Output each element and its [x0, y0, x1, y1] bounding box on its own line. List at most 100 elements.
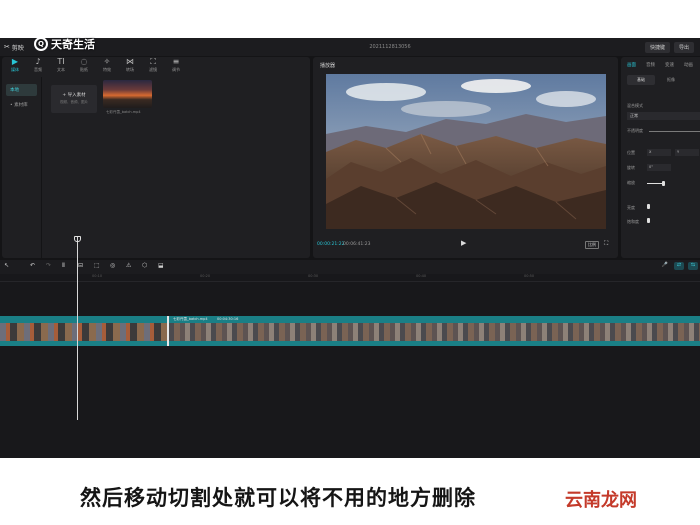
media-panel: ▶ 媒体 ♪ 音频 TI 文本 ◌ 贴纸 ✧ 特效 ⋈ 转场 ⛶ 滤镜 ≡ 调节 本地 • 素材…: [2, 57, 310, 258]
side-item-library[interactable]: • 素材库: [6, 99, 37, 111]
mirror-icon[interactable]: ⚠: [126, 262, 131, 269]
clip-duration: 00:04:30:16: [217, 317, 239, 321]
delete-icon[interactable]: ⊟: [78, 262, 83, 269]
tab-transition[interactable]: ⋈ 转场: [123, 57, 137, 77]
tab-sticker[interactable]: ◌ 贴纸: [77, 57, 91, 77]
position-x-field[interactable]: X: [647, 149, 671, 156]
video-subtitle: 然后移动切割处就可以将不用的地方删除: [80, 486, 476, 510]
link-toggle-icon[interactable]: ⇄: [674, 262, 684, 270]
tab-label: 调节: [172, 67, 180, 72]
tab-adjust[interactable]: ≡ 调节: [169, 57, 183, 77]
split-icon[interactable]: Ⅱ: [62, 262, 65, 269]
position-y-field[interactable]: Y: [675, 149, 699, 156]
playhead-handle[interactable]: [74, 236, 81, 242]
tab-media[interactable]: ▶ 媒体: [8, 57, 22, 77]
ruler-tick: 00:50: [524, 274, 535, 278]
select-tool-icon[interactable]: ↖: [4, 262, 9, 269]
scale-slider-knob[interactable]: [662, 181, 665, 186]
import-button[interactable]: + 导入素材 视频、音频、图片: [51, 85, 97, 113]
import-sub: 视频、音频、图片: [60, 100, 88, 104]
play-icon[interactable]: ▶: [461, 239, 466, 247]
watermark-top-text: 天奇生活: [51, 38, 95, 51]
scale-label: 缩放: [627, 180, 635, 185]
tab-label: 媒体: [11, 67, 19, 72]
video-clip-right[interactable]: 七彩丹霞_batch.mp4 00:04:30:16: [167, 316, 700, 346]
rotation-field[interactable]: 0°: [647, 164, 671, 171]
undo-icon[interactable]: ↶: [30, 262, 35, 269]
bowtie-icon: ⋈: [126, 57, 134, 66]
tab-label: 特效: [103, 67, 111, 72]
ratio-button[interactable]: 比例: [585, 241, 599, 249]
sparkle-icon: ✧: [103, 57, 111, 66]
brightness-slider-knob[interactable]: [647, 204, 650, 209]
thumbnail-caption: 七彩丹霞_batch.mp4: [106, 110, 141, 114]
media-thumbnail[interactable]: [103, 80, 152, 108]
tab-prop-audio[interactable]: 音频: [646, 62, 655, 68]
ruler-tick: 00:40: [416, 274, 427, 278]
ruler-tick: 00:20: [200, 274, 211, 278]
rotate-icon[interactable]: ⬡: [142, 262, 147, 269]
time-ruler[interactable]: 00:10 00:20 00:30 00:40 00:50: [0, 274, 700, 282]
tab-text[interactable]: TI 文本: [54, 57, 68, 77]
tab-label: 文本: [57, 67, 65, 72]
tab-animation[interactable]: 动画: [684, 62, 693, 68]
watermark-bottom: 云南龙网: [565, 490, 637, 511]
side-item-local[interactable]: 本地: [6, 84, 37, 96]
media-icon: ▶: [11, 57, 19, 66]
ruler-tick: 00:10: [92, 274, 103, 278]
clip-filmstrip: [0, 323, 167, 341]
search-icon: Q: [34, 37, 48, 51]
subtab-basic[interactable]: 基础: [627, 75, 655, 85]
tab-filter[interactable]: ⛶ 滤镜: [146, 57, 160, 77]
tab-effects[interactable]: ✧ 特效: [100, 57, 114, 77]
brightness-label: 亮度: [627, 205, 635, 210]
reverse-icon[interactable]: ◎: [110, 262, 115, 269]
export-button[interactable]: 导出: [673, 42, 694, 53]
properties-panel: 画面 音频 变速 动画 基础 抠像 混合模式 正常 不透明度 位置 X Y 旋转…: [621, 57, 700, 258]
sticker-icon: ◌: [80, 57, 88, 66]
playhead[interactable]: [77, 236, 78, 420]
blend-label: 混合模式: [627, 103, 643, 108]
player-title: 播放器: [320, 63, 336, 69]
player-controls: 00:00:21:22 00:06:41:23 ▶ 比例 ⛶: [313, 239, 618, 253]
snap-toggle-icon[interactable]: ⇆: [688, 262, 698, 270]
tab-audio[interactable]: ♪ 音频: [31, 57, 45, 77]
ruler-tick: 00:30: [308, 274, 319, 278]
app-name: 剪映: [11, 44, 24, 52]
tab-speed[interactable]: 变速: [665, 62, 674, 68]
player-panel: 播放器 00:00:21:22 00:06:41:23 ▶ 比例 ⛶: [313, 57, 618, 258]
fullscreen-icon[interactable]: ⛶: [604, 240, 608, 248]
subtab-matting[interactable]: 抠像: [657, 75, 685, 85]
import-label: + 导入素材: [62, 93, 86, 98]
crop-icon[interactable]: ⬓: [158, 262, 164, 269]
text-icon: TI: [57, 57, 65, 66]
tab-picture[interactable]: 画面: [627, 62, 636, 68]
resource-tabs: ▶ 媒体 ♪ 音频 TI 文本 ◌ 贴纸 ✧ 特效 ⋈ 转场 ⛶ 滤镜 ≡ 调节: [2, 57, 310, 77]
freeze-icon[interactable]: ⬚: [94, 262, 100, 269]
saturation-slider-knob[interactable]: [647, 218, 650, 223]
opacity-slider[interactable]: [649, 131, 700, 132]
clip-name: 七彩丹霞_batch.mp4: [173, 317, 208, 321]
title-bar: ✂ 剪映 2021112813056 快捷键 导出: [0, 38, 700, 56]
current-time: 00:00:21:22: [317, 242, 345, 247]
app-logo: ✂ 剪映: [4, 43, 24, 52]
video-preview: [326, 74, 606, 229]
video-clip-left[interactable]: [0, 316, 167, 346]
total-time: 00:06:41:23: [343, 242, 371, 247]
music-icon: ♪: [35, 57, 41, 66]
position-label: 位置: [627, 150, 635, 155]
blend-select[interactable]: 正常: [627, 112, 700, 120]
shortcut-button[interactable]: 快捷键: [644, 42, 670, 53]
media-side-nav: 本地 • 素材库: [2, 77, 42, 258]
filter-icon: ⛶: [150, 57, 156, 66]
saturation-label: 饱和度: [627, 219, 639, 224]
microphone-icon[interactable]: 🎤: [660, 262, 670, 270]
editor-window: ✂ 剪映 2021112813056 快捷键 导出 ▶ 媒体 ♪ 音频 TI 文本 ◌…: [0, 38, 700, 458]
watermark-top: Q 天奇生活: [34, 36, 95, 52]
tab-label: 滤镜: [149, 67, 157, 72]
opacity-label: 不透明度: [627, 128, 643, 133]
timeline-area[interactable]: 00:10 00:20 00:30 00:40 00:50: [0, 274, 700, 458]
redo-icon[interactable]: ↷: [46, 262, 51, 269]
landscape-image: [326, 74, 606, 229]
tab-label: 转场: [126, 67, 134, 72]
